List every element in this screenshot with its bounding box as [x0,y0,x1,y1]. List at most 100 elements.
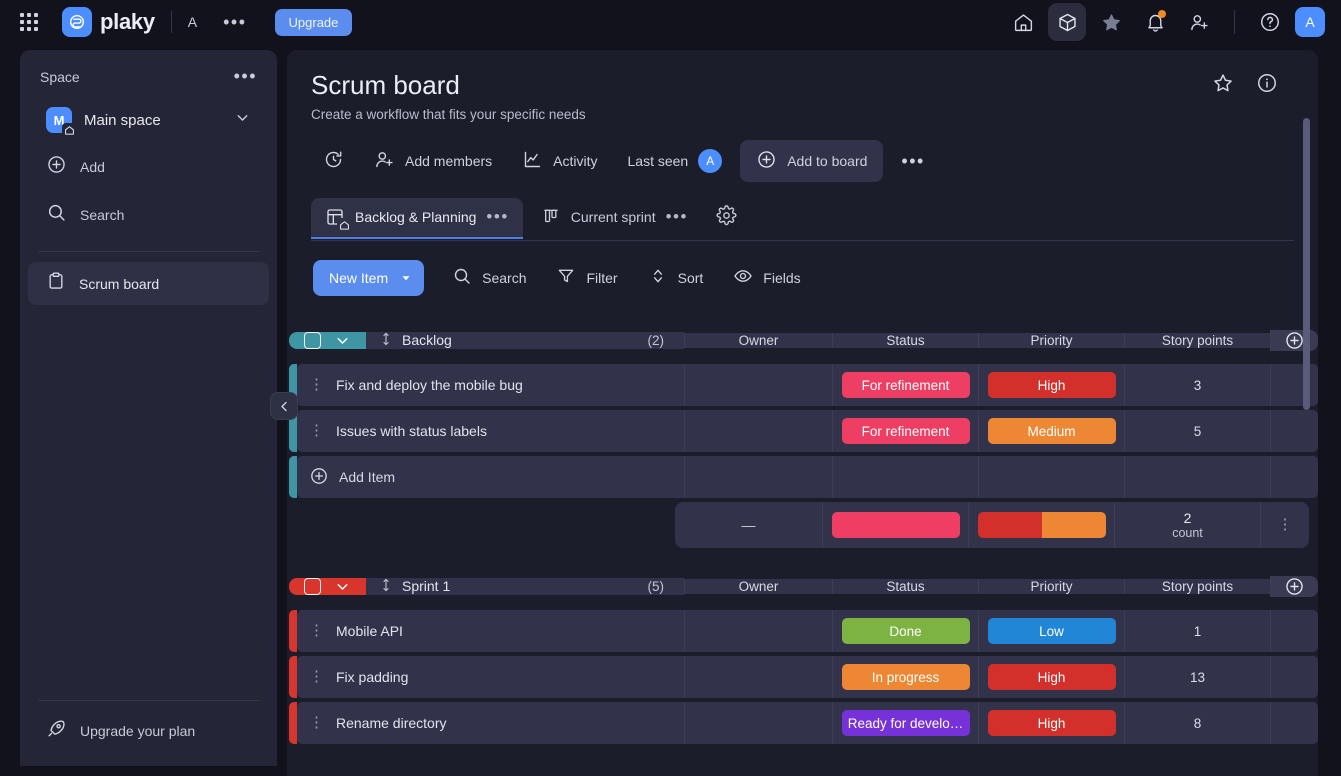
cell-priority[interactable]: High [978,364,1124,406]
info-icon[interactable] [1256,72,1278,99]
upgrade-button[interactable]: Upgrade [274,8,353,36]
row-menu-icon[interactable]: ⋮ [309,715,324,730]
row-title-cell[interactable]: ⋮ Rename directory [297,702,684,744]
cell-story-points[interactable]: 13 [1124,656,1270,698]
sidebar-collapse-button[interactable] [270,392,298,420]
grid-apps-icon[interactable] [18,11,40,33]
chevron-down-icon[interactable] [334,332,351,349]
table-row[interactable]: ⋮ Mobile API Done Low 1 [289,610,1318,652]
fields-button[interactable]: Fields [721,257,812,298]
add-members-button[interactable]: Add members [362,140,504,182]
new-item-button[interactable]: New Item [313,259,425,296]
add-column-button[interactable] [1270,329,1318,351]
cell-priority[interactable]: High [978,656,1124,698]
summary-menu-button[interactable]: ⋮ [1261,502,1309,548]
tab-more-icon[interactable]: ••• [486,207,508,227]
chevron-down-icon[interactable] [234,109,251,131]
group-checkbox[interactable] [303,577,321,595]
cube-icon[interactable] [1048,3,1086,41]
add-item-row[interactable]: Add Item [289,456,1318,498]
table-row[interactable]: ⋮ Fix and deploy the mobile bug For refi… [289,364,1318,406]
cell-status[interactable]: Ready for develo… [832,702,978,744]
filter-button[interactable]: Filter [544,257,629,298]
row-title-cell[interactable]: ⋮ Fix and deploy the mobile bug [297,364,684,406]
cell-priority[interactable]: Medium [978,410,1124,452]
row-title-cell[interactable]: ⋮ Issues with status labels [297,410,684,452]
chevron-down-icon[interactable] [396,260,424,296]
cell-story-points[interactable]: 5 [1124,410,1270,452]
column-header-owner[interactable]: Owner [684,578,832,594]
sort-button[interactable]: Sort [636,257,716,298]
column-header-status[interactable]: Status [832,332,978,348]
cell-owner[interactable] [684,610,832,652]
activity-button[interactable]: Activity [510,140,609,182]
cell-story-points[interactable]: 1 [1124,610,1270,652]
column-header-priority[interactable]: Priority [978,578,1124,594]
topbar-more-icon[interactable]: ••• [223,12,246,33]
brand-logo[interactable]: plaky [62,7,155,37]
last-seen-group[interactable]: Last seen A [616,140,735,182]
cell-owner[interactable] [684,410,832,452]
add-user-icon[interactable] [1180,3,1218,41]
scrollbar-thumb[interactable] [1303,118,1310,410]
cell-owner[interactable] [684,656,832,698]
summary-priority[interactable] [969,502,1115,548]
refresh-history-button[interactable] [311,140,356,182]
column-header-story-points[interactable]: Story points [1124,332,1270,348]
summary-status[interactable] [823,502,969,548]
group-checkbox[interactable] [303,331,321,349]
tab-backlog-planning[interactable]: Backlog & Planning ••• [311,198,523,239]
sidebar-space-main[interactable]: M Main space [28,99,269,141]
star-icon[interactable] [1212,72,1234,99]
sidebar-item-scrum-board[interactable]: Scrum board [28,262,269,305]
upgrade-plan-button[interactable]: Upgrade your plan [28,709,269,762]
chevron-down-icon[interactable] [334,578,351,595]
cell-story-points[interactable]: 3 [1124,364,1270,406]
board-more-button[interactable]: ••• [889,142,936,181]
workspace-initial[interactable]: A [188,14,197,30]
add-item-cell[interactable]: Add Item [297,456,684,498]
sidebar-more-icon[interactable]: ••• [234,66,257,87]
tab-more-icon[interactable]: ••• [666,207,688,227]
cell-status[interactable]: In progress [832,656,978,698]
cell-owner[interactable] [684,364,832,406]
cell-status[interactable]: For refinement [832,410,978,452]
group-name-cell[interactable]: Backlog (2) [366,331,684,349]
help-icon[interactable] [1251,3,1289,41]
drag-handle-icon[interactable] [380,578,392,595]
column-header-story-points[interactable]: Story points [1124,578,1270,594]
drag-handle-icon[interactable] [380,332,392,349]
sidebar-item-search[interactable]: Search [28,193,269,237]
cell-story-points[interactable]: 8 [1124,702,1270,744]
summary-story-points[interactable]: 2 count [1115,502,1261,548]
cell-priority[interactable]: High [978,702,1124,744]
column-header-status[interactable]: Status [832,578,978,594]
bell-icon[interactable] [1136,3,1174,41]
row-menu-icon[interactable]: ⋮ [309,669,324,684]
add-to-board-button[interactable]: Add to board [740,140,884,182]
table-row[interactable]: ⋮ Rename directory Ready for develo… Hig… [289,702,1318,744]
table-row[interactable]: ⋮ Fix padding In progress High 13 [289,656,1318,698]
tab-current-sprint[interactable]: Current sprint ••• [527,197,702,240]
column-header-owner[interactable]: Owner [684,332,832,348]
board-settings-button[interactable] [706,196,747,240]
sidebar-item-add[interactable]: Add [28,145,269,189]
table-row[interactable]: ⋮ Issues with status labels For refineme… [289,410,1318,452]
group-select-badge[interactable] [289,331,366,349]
home-icon[interactable] [1004,3,1042,41]
cell-owner[interactable] [684,702,832,744]
cell-status[interactable]: For refinement [832,364,978,406]
cell-status[interactable]: Done [832,610,978,652]
cell-priority[interactable]: Low [978,610,1124,652]
group-name-cell[interactable]: Sprint 1 (5) [366,577,684,595]
row-title-cell[interactable]: ⋮ Mobile API [297,610,684,652]
vertical-scrollbar[interactable] [1303,108,1310,776]
search-button[interactable]: Search [440,257,538,298]
user-avatar[interactable]: A [1295,7,1325,37]
add-column-button[interactable] [1270,575,1318,597]
last-seen-avatar[interactable]: A [698,149,723,173]
row-title-cell[interactable]: ⋮ Fix padding [297,656,684,698]
row-menu-icon[interactable]: ⋮ [309,377,324,392]
row-menu-icon[interactable]: ⋮ [309,423,324,438]
row-menu-icon[interactable]: ⋮ [309,623,324,638]
